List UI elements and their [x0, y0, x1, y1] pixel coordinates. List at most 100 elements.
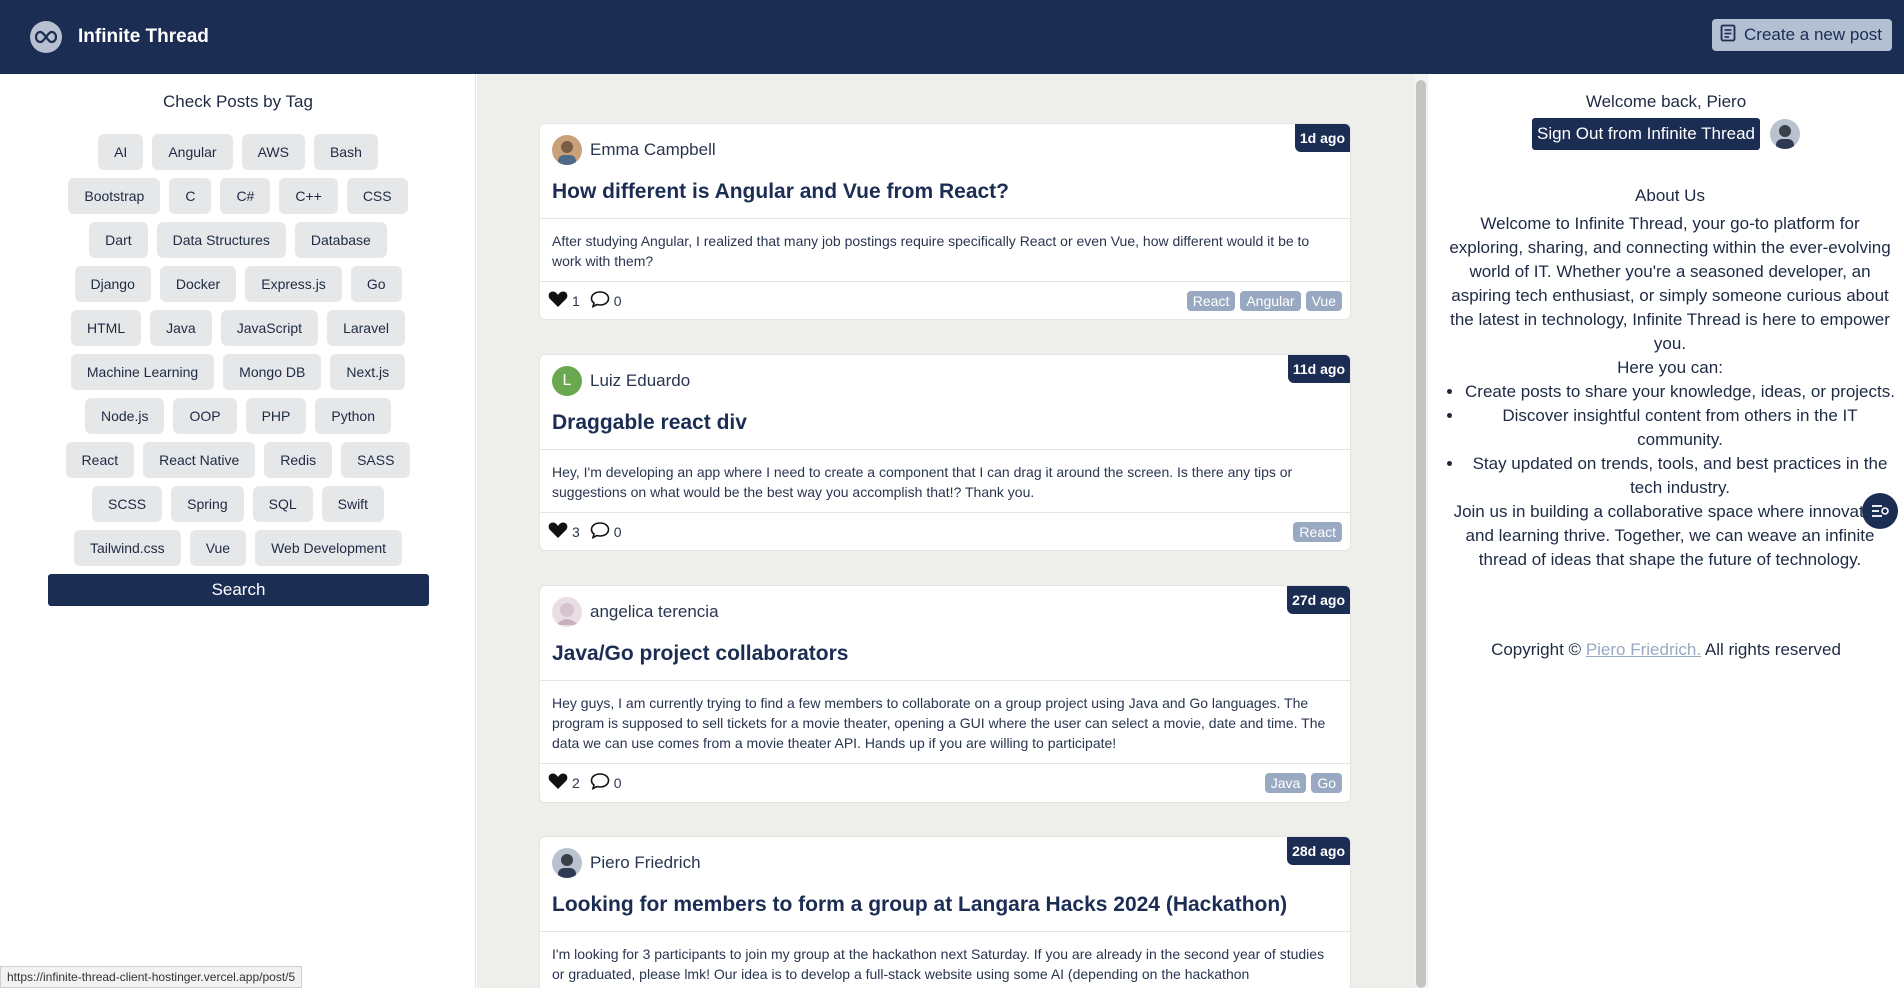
- feed-scrollbar-thumb[interactable]: [1416, 80, 1426, 988]
- comment-count: 0: [613, 774, 622, 791]
- tag-filter-button[interactable]: Swift: [321, 486, 384, 522]
- post-title[interactable]: Looking for members to form a group at L…: [540, 889, 1350, 932]
- tag-filter-button[interactable]: Laravel: [327, 310, 405, 346]
- tag-filter-button[interactable]: Spring: [171, 486, 244, 522]
- create-post-button[interactable]: Create a new post: [1712, 19, 1892, 51]
- tag-filter-button[interactable]: Java: [150, 310, 212, 346]
- about-outro: Join us in building a collaborative spac…: [1453, 502, 1887, 569]
- about-here-label: Here you can:: [1617, 358, 1723, 377]
- tag-filter-button[interactable]: Bash: [313, 134, 378, 170]
- tag-filter-button[interactable]: SCSS: [92, 486, 163, 522]
- tag-filter-button[interactable]: C++: [279, 178, 338, 214]
- post-tags: React: [1293, 522, 1342, 542]
- tag-filter-button[interactable]: Mongo DB: [223, 354, 322, 390]
- post-card[interactable]: angelica terencia 27d ago Java/Go projec…: [539, 585, 1351, 803]
- post-footer: 3 0 React: [540, 512, 1350, 550]
- comment-button[interactable]: 0: [590, 521, 622, 542]
- comment-button[interactable]: 0: [590, 290, 622, 311]
- tag-filter-button[interactable]: PHP: [245, 398, 307, 434]
- comment-count: 0: [613, 523, 622, 540]
- tag-filter-button[interactable]: Database: [294, 222, 387, 258]
- author-name[interactable]: Luiz Eduardo: [590, 371, 690, 391]
- tag-filter-button[interactable]: Next.js: [330, 354, 406, 390]
- create-post-label: Create a new post: [1744, 25, 1882, 44]
- tag-filter-button[interactable]: AWS: [241, 134, 305, 170]
- tag-filter-button[interactable]: Django: [74, 266, 151, 302]
- tag-filter-button[interactable]: Angular: [152, 134, 233, 170]
- post-tag[interactable]: Angular: [1240, 291, 1301, 311]
- post-header: Piero Friedrich 28d ago: [540, 837, 1350, 889]
- author-name[interactable]: Emma Campbell: [590, 140, 716, 160]
- tag-filter-button[interactable]: Tailwind.css: [73, 530, 181, 566]
- tag-filter-button[interactable]: Bootstrap: [68, 178, 161, 214]
- user-avatar[interactable]: [1769, 119, 1800, 149]
- post-tag[interactable]: React: [1186, 291, 1236, 311]
- post-footer: 1 0 React Angular Vue: [540, 281, 1350, 319]
- tag-filter-button[interactable]: Data Structures: [156, 222, 286, 258]
- status-bar-url: https://infinite-thread-client-hostinger…: [0, 966, 303, 988]
- post-tag[interactable]: Java: [1264, 773, 1307, 793]
- tag-filter-button[interactable]: React Native: [143, 442, 256, 478]
- tag-filter-button[interactable]: Go: [350, 266, 402, 302]
- tag-filter-sidebar: Check Posts by Tag AI Angular AWS Bash Boots…: [0, 74, 476, 988]
- tag-filter-button[interactable]: CSS: [346, 178, 408, 214]
- post-tag[interactable]: Go: [1311, 773, 1342, 793]
- tag-filter-button[interactable]: C: [169, 178, 212, 214]
- tag-filter-button[interactable]: Docker: [159, 266, 237, 302]
- post-tag[interactable]: Vue: [1305, 291, 1342, 311]
- post-age-badge: 1d ago: [1294, 124, 1350, 152]
- new-document-icon: [1720, 24, 1736, 47]
- author-name[interactable]: Piero Friedrich: [590, 853, 701, 873]
- tag-filter-button[interactable]: Node.js: [85, 398, 165, 434]
- tag-filter-button[interactable]: HTML: [71, 310, 142, 346]
- tag-filter-button[interactable]: React: [65, 442, 135, 478]
- author-avatar: [552, 135, 582, 165]
- comment-button[interactable]: 0: [590, 772, 622, 793]
- tag-filter-button[interactable]: AI: [98, 134, 144, 170]
- brand-name[interactable]: Infinite Thread: [78, 26, 209, 48]
- tag-filter-button[interactable]: OOP: [173, 398, 237, 434]
- about-list: Create posts to share your knowledge, id…: [1444, 380, 1896, 500]
- copyright-author-link[interactable]: Piero Friedrich.: [1586, 640, 1701, 659]
- tag-filter-button[interactable]: Redis: [264, 442, 333, 478]
- post-title[interactable]: Draggable react div: [540, 407, 1350, 450]
- comment-icon: [590, 290, 610, 311]
- tag-filter-button[interactable]: JavaScript: [220, 310, 319, 346]
- extension-widget-icon[interactable]: [1862, 493, 1898, 529]
- tag-filter-button[interactable]: Express.js: [245, 266, 342, 302]
- post-tag[interactable]: React: [1293, 522, 1342, 542]
- like-count: 1: [572, 292, 580, 309]
- post-title[interactable]: Java/Go project collaborators: [540, 638, 1350, 681]
- heart-icon: [548, 521, 568, 542]
- like-count: 3: [572, 523, 580, 540]
- post-title[interactable]: How different is Angular and Vue from Re…: [540, 176, 1350, 219]
- tag-filter-button[interactable]: Web Development: [255, 530, 402, 566]
- post-feed: Emma Campbell 1d ago How different is An…: [477, 74, 1429, 988]
- tag-filter-button[interactable]: Vue: [189, 530, 247, 566]
- tag-filter-button[interactable]: Python: [315, 398, 391, 434]
- infinity-logo-icon[interactable]: [30, 21, 62, 53]
- search-button[interactable]: Search: [48, 574, 429, 606]
- tag-list: AI Angular AWS Bash Bootstrap C C# C++ CSS Dart Da…: [48, 134, 428, 566]
- comment-icon: [590, 772, 610, 793]
- like-button[interactable]: 3: [548, 521, 580, 542]
- tag-filter-button[interactable]: C#: [220, 178, 271, 214]
- about-title: About Us: [1635, 186, 1705, 205]
- tag-filter-title: Check Posts by Tag: [163, 92, 313, 111]
- author-avatar: [552, 597, 582, 627]
- tag-filter-button[interactable]: SQL: [252, 486, 313, 522]
- post-age-badge: 28d ago: [1287, 837, 1350, 865]
- tag-filter-button[interactable]: SASS: [341, 442, 411, 478]
- post-tags: React Angular Vue: [1186, 291, 1342, 311]
- post-card[interactable]: Emma Campbell 1d ago How different is An…: [539, 123, 1351, 320]
- post-card[interactable]: L Luiz Eduardo 11d ago Draggable react d…: [539, 354, 1351, 551]
- author-name[interactable]: angelica terencia: [590, 602, 719, 622]
- comment-count: 0: [613, 292, 622, 309]
- like-button[interactable]: 2: [548, 772, 580, 793]
- like-button[interactable]: 1: [548, 290, 580, 311]
- tag-filter-button[interactable]: Dart: [89, 222, 148, 258]
- tag-filter-button[interactable]: Machine Learning: [70, 354, 215, 390]
- sign-out-button[interactable]: Sign Out from Infinite Thread: [1532, 118, 1760, 150]
- post-card[interactable]: Piero Friedrich 28d ago Looking for memb…: [539, 836, 1351, 988]
- copyright-prefix: Copyright ©: [1491, 640, 1582, 659]
